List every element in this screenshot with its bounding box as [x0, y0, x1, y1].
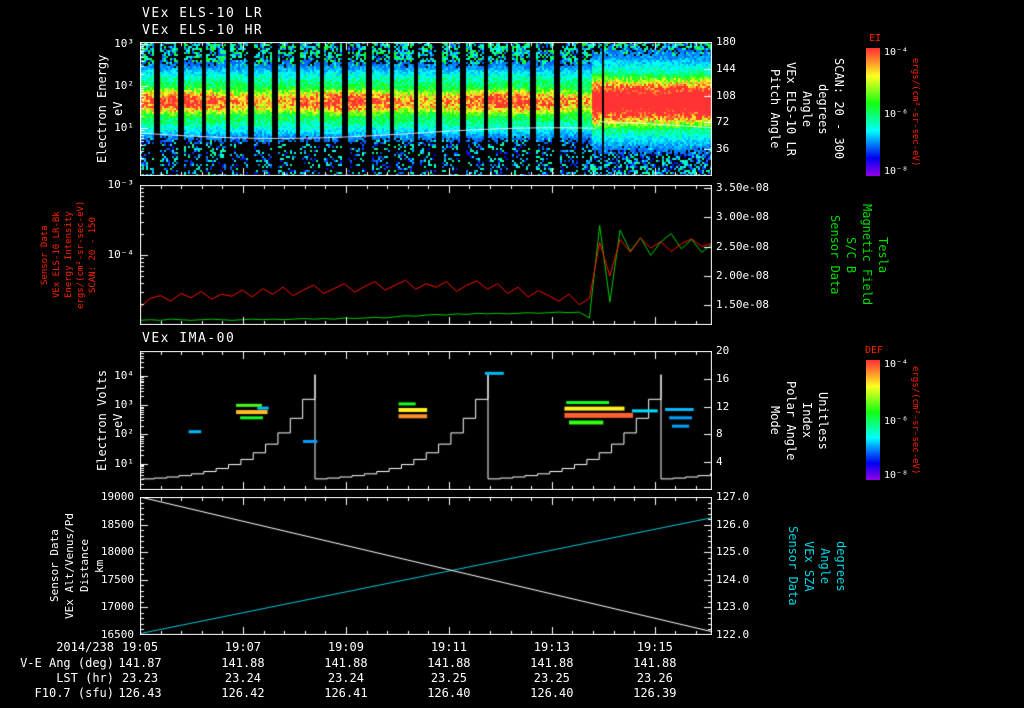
colorbar-units-text: ergs/(cm²-sr-sec-eV): [910, 57, 920, 167]
footer-row-label: LST (hr): [56, 671, 114, 685]
panel2-right-tick-label: 2.00e-08: [716, 268, 769, 282]
axis-title-column: ergs/(cm²-sr-sec-eV): [76, 200, 86, 310]
footer-row-label: F10.7 (sfu): [34, 686, 114, 700]
footer-value: 141.88: [530, 656, 574, 670]
panel2-right-tick-label: 3.50e-08: [716, 180, 769, 194]
time-label: 19:13: [533, 640, 570, 654]
intensity-bfield-canvas: [140, 185, 712, 325]
panel4-right-tick-label: 124.0: [716, 572, 750, 586]
panel2-right-tick-label: 1.50e-08: [716, 298, 769, 312]
footer-value: 23.24: [327, 671, 364, 685]
colorbar-def-label: DEF: [864, 345, 884, 356]
footer-value: 141.88: [221, 656, 265, 670]
axis-title-column: Energy Intensity: [64, 211, 74, 299]
panel2-right-axis-title: Sensor Data S/C B Magnetic Field Tesla: [828, 185, 890, 325]
ima-spectrogram-canvas: [140, 351, 712, 490]
footer-row-label: V-E Ang (deg): [20, 656, 114, 670]
footer-value: 141.88: [427, 656, 471, 670]
axis-title-column: Sensor Data: [40, 225, 50, 285]
panel1-right-axis-title: Pitch Angle VEx ELS-10 LR Angle degrees SCAN…: [768, 42, 846, 176]
axis-title-column: Mode: [768, 406, 782, 435]
colorbar-def-canvas: [866, 360, 880, 480]
axis-title-column: Distance: [78, 539, 91, 593]
footer-date-label: 2014/238: [56, 640, 114, 654]
axis-title-column: Tesla: [876, 236, 890, 274]
footer-value: 126.42: [221, 686, 265, 700]
colorbar-units: ergs/(cm²-sr-sec-eV): [910, 48, 920, 176]
footer-value: 23.26: [636, 671, 673, 685]
axis-title-column: km: [93, 559, 106, 573]
axis-title-column: Sensor Data: [828, 215, 842, 295]
panel4-left-axis-title: Sensor Data VEx Alt/Venus/Pd Distance km: [48, 497, 106, 635]
axis-title-column: Sensor Data: [786, 526, 800, 606]
axis-title-column: Unitless: [816, 391, 830, 450]
footer-value: 141.87: [118, 656, 162, 670]
axis-title-column: VEx Alt/Venus/Pd: [63, 513, 76, 619]
panel1-title-lr: VEx ELS-10 LR: [142, 6, 264, 21]
colorbar-units: ergs/(cm²-sr-sec-eV): [910, 360, 920, 480]
axis-title-column: Angle: [800, 90, 814, 128]
altitude-sza-canvas: [140, 497, 712, 635]
panel4-right-tick-label: 122.0: [716, 628, 750, 641]
axis-title-column: Pitch Angle: [768, 69, 782, 149]
footer-value: 141.88: [633, 656, 677, 670]
panel4-right-tick-label: 127.0: [716, 490, 750, 503]
axis-title-column: VEx ELS-10 LR: [784, 62, 798, 156]
axis-title-column: VEx ELS-10 LR-Bk: [52, 211, 62, 299]
time-label: 19:05: [121, 640, 159, 654]
axis-title-column: S/C B: [844, 236, 858, 274]
axis-title-column: Polar Angle: [784, 380, 798, 461]
colorbar-ei-canvas: [866, 48, 880, 176]
panel2-left-axis-title: Sensor Data VEx ELS-10 LR-Bk Energy Intens…: [40, 185, 98, 325]
footer-value: 23.24: [224, 671, 262, 685]
axis-title-column: Index: [800, 402, 814, 439]
axis-title-column: eV: [111, 101, 125, 117]
panel1-title-hr: VEx ELS-10 HR: [142, 23, 264, 38]
footer-value: 126.43: [118, 686, 162, 700]
panel4-right-axis-title: Sensor Data VEx SZA Angle degrees: [786, 497, 848, 635]
panel3-left-axis-title: Electron Volts eV: [95, 351, 125, 490]
axis-title-column: Sensor Data: [48, 529, 61, 603]
axis-title-column: degrees: [834, 540, 848, 592]
footer-value: 126.41: [324, 686, 368, 700]
panel1-left-axis-title: Electron Energy eV: [95, 42, 125, 176]
time-label: 19:09: [327, 640, 364, 654]
time-label: 19:07: [224, 640, 262, 654]
time-label: 19:15: [636, 640, 673, 654]
axis-title-column: degrees: [816, 83, 830, 135]
footer-value: 141.88: [324, 656, 368, 670]
panel4-right-tick-label: 126.0: [716, 517, 750, 531]
panel4-right-tick-label: 125.0: [716, 545, 750, 559]
footer-value: 126.40: [530, 686, 574, 700]
axis-title-column: Electron Volts: [95, 369, 109, 472]
panel2-right-tick-label: 2.50e-08: [716, 239, 769, 253]
axis-title-column: Angle: [818, 547, 832, 585]
els-spectrogram-canvas: [140, 42, 712, 176]
footer-value: 23.25: [533, 671, 570, 685]
panel3-right-axis-title: Mode Polar Angle Index Unitless: [768, 351, 830, 490]
footer-value: 126.39: [633, 686, 677, 700]
axis-title-column: eV: [111, 413, 125, 428]
colorbar-units-text: ergs/(cm²-sr-sec-eV): [910, 365, 920, 475]
footer-value: 126.40: [427, 686, 471, 700]
panel2-right-tick-label: 3.00e-08: [716, 210, 769, 224]
axis-title-column: SCAN: 20 - 150: [88, 217, 98, 293]
footer-value: 23.25: [430, 671, 467, 685]
panel3-title-ima: VEx IMA-00: [142, 331, 236, 346]
axis-title-column: Electron Energy: [95, 54, 109, 164]
time-label: 19:11: [430, 640, 467, 654]
plot-page: VEx ELS-10 LR VEx ELS-10 HR VEx IMA-00 E…: [0, 0, 1024, 708]
axis-title-column: SCAN: 20 - 300: [832, 58, 846, 160]
axis-title-column: Magnetic Field: [860, 204, 874, 306]
footer-value: 23.23: [121, 671, 159, 685]
axis-title-column: VEx SZA: [802, 540, 816, 592]
panel4-right-tick-label: 123.0: [716, 600, 750, 614]
colorbar-ei-label: EI: [868, 33, 882, 44]
